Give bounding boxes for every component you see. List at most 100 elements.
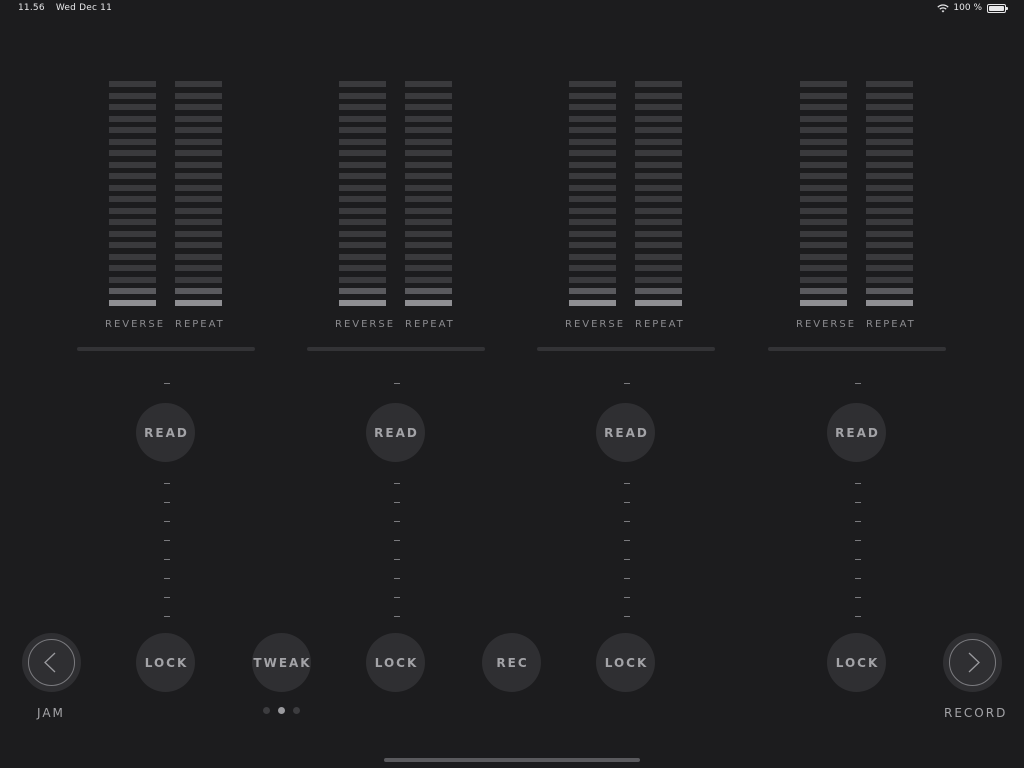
meter-segment — [339, 184, 386, 191]
level-tick — [164, 616, 170, 617]
reverse-label: REVERSE — [105, 319, 166, 330]
meter-segment — [866, 184, 913, 191]
meter-segment — [405, 173, 452, 179]
level-tick — [624, 521, 630, 522]
meter-segment — [866, 242, 913, 248]
meter-segment — [405, 219, 452, 225]
meter-segment — [866, 138, 913, 145]
meter-segment — [175, 196, 222, 202]
meter-segment — [866, 115, 913, 122]
meter-segment — [800, 207, 847, 214]
lock-button[interactable]: LOCK — [596, 633, 655, 692]
meter-segment — [339, 115, 386, 122]
meter-segment — [800, 230, 847, 237]
meter-segment — [569, 219, 616, 225]
reverse-meter[interactable] — [800, 81, 847, 309]
status-time: 11.56 — [18, 3, 45, 13]
meter-segment — [109, 242, 156, 248]
page-dot[interactable] — [293, 707, 300, 714]
meter-segment — [569, 92, 616, 99]
rec-button[interactable]: REC — [482, 633, 541, 692]
meter-segment — [109, 253, 156, 260]
meter-segment — [866, 150, 913, 156]
reverse-meter[interactable] — [569, 81, 616, 309]
meter-segment — [405, 138, 452, 145]
level-tick — [394, 521, 400, 522]
level-tick — [624, 578, 630, 579]
read-button[interactable]: READ — [136, 403, 195, 462]
meter-group — [569, 81, 683, 309]
meter-segment — [175, 150, 222, 156]
meter-segment — [635, 196, 682, 202]
meter-group — [109, 81, 223, 309]
meter-segment — [800, 196, 847, 202]
meter-segment — [866, 92, 913, 99]
page-dot[interactable] — [278, 707, 285, 714]
page-dot[interactable] — [263, 707, 270, 714]
next-page-button[interactable] — [943, 633, 1002, 692]
meter-segment — [175, 81, 222, 87]
level-tick — [624, 616, 630, 617]
level-tick — [164, 578, 170, 579]
repeat-meter[interactable] — [175, 81, 222, 309]
reverse-meter[interactable] — [109, 81, 156, 309]
level-tick — [394, 540, 400, 541]
repeat-meter[interactable] — [635, 81, 682, 309]
meter-segment — [405, 161, 452, 168]
battery-percent: 100 % — [953, 3, 982, 13]
repeat-meter[interactable] — [866, 81, 913, 309]
meter-segment — [339, 196, 386, 202]
track-slider[interactable] — [537, 347, 715, 351]
repeat-meter[interactable] — [405, 81, 452, 309]
previous-page-button[interactable] — [22, 633, 81, 692]
meter-segment — [405, 196, 452, 202]
page-indicator[interactable] — [263, 707, 308, 714]
track-slider[interactable] — [307, 347, 485, 351]
meter-segment — [339, 173, 386, 179]
track-4: REVERSE REPEAT READ LOCK — [768, 0, 948, 768]
meter-segment — [866, 161, 913, 168]
meter-segment — [800, 173, 847, 179]
meter-segment — [405, 207, 452, 214]
meter-segment — [569, 288, 616, 294]
track-slider[interactable] — [77, 347, 255, 351]
meter-segment — [569, 115, 616, 122]
meter-segment — [569, 265, 616, 271]
tweak-button[interactable]: TWEAK — [252, 633, 311, 692]
reverse-label: REVERSE — [796, 319, 857, 330]
meter-segment — [109, 115, 156, 122]
level-tick — [855, 616, 861, 617]
meter-segment — [405, 184, 452, 191]
reverse-meter[interactable] — [339, 81, 386, 309]
meter-segment — [109, 184, 156, 191]
meter-segment — [635, 115, 682, 122]
meter-segment — [339, 265, 386, 271]
track-slider[interactable] — [768, 347, 946, 351]
lock-button[interactable]: LOCK — [827, 633, 886, 692]
meter-segment — [339, 219, 386, 225]
meter-segment — [405, 253, 452, 260]
meter-segment — [569, 173, 616, 179]
read-button[interactable]: READ — [596, 403, 655, 462]
repeat-label: REPEAT — [635, 319, 685, 330]
record-label: RECORD — [944, 706, 1008, 720]
meter-segment — [866, 288, 913, 294]
level-tick — [164, 559, 170, 560]
level-tick — [394, 559, 400, 560]
reverse-label: REVERSE — [565, 319, 626, 330]
meter-segment — [635, 150, 682, 156]
repeat-label: REPEAT — [175, 319, 225, 330]
repeat-label: REPEAT — [405, 319, 455, 330]
read-button[interactable]: READ — [366, 403, 425, 462]
lock-button[interactable]: LOCK — [366, 633, 425, 692]
home-indicator[interactable] — [384, 758, 640, 762]
meter-segment — [800, 150, 847, 156]
lock-button[interactable]: LOCK — [136, 633, 195, 692]
read-button[interactable]: READ — [827, 403, 886, 462]
meter-segment — [866, 173, 913, 179]
meter-segment — [339, 230, 386, 237]
meter-segment — [800, 299, 847, 306]
meter-segment — [569, 276, 616, 283]
meter-segment — [109, 230, 156, 237]
meter-segment — [405, 115, 452, 122]
